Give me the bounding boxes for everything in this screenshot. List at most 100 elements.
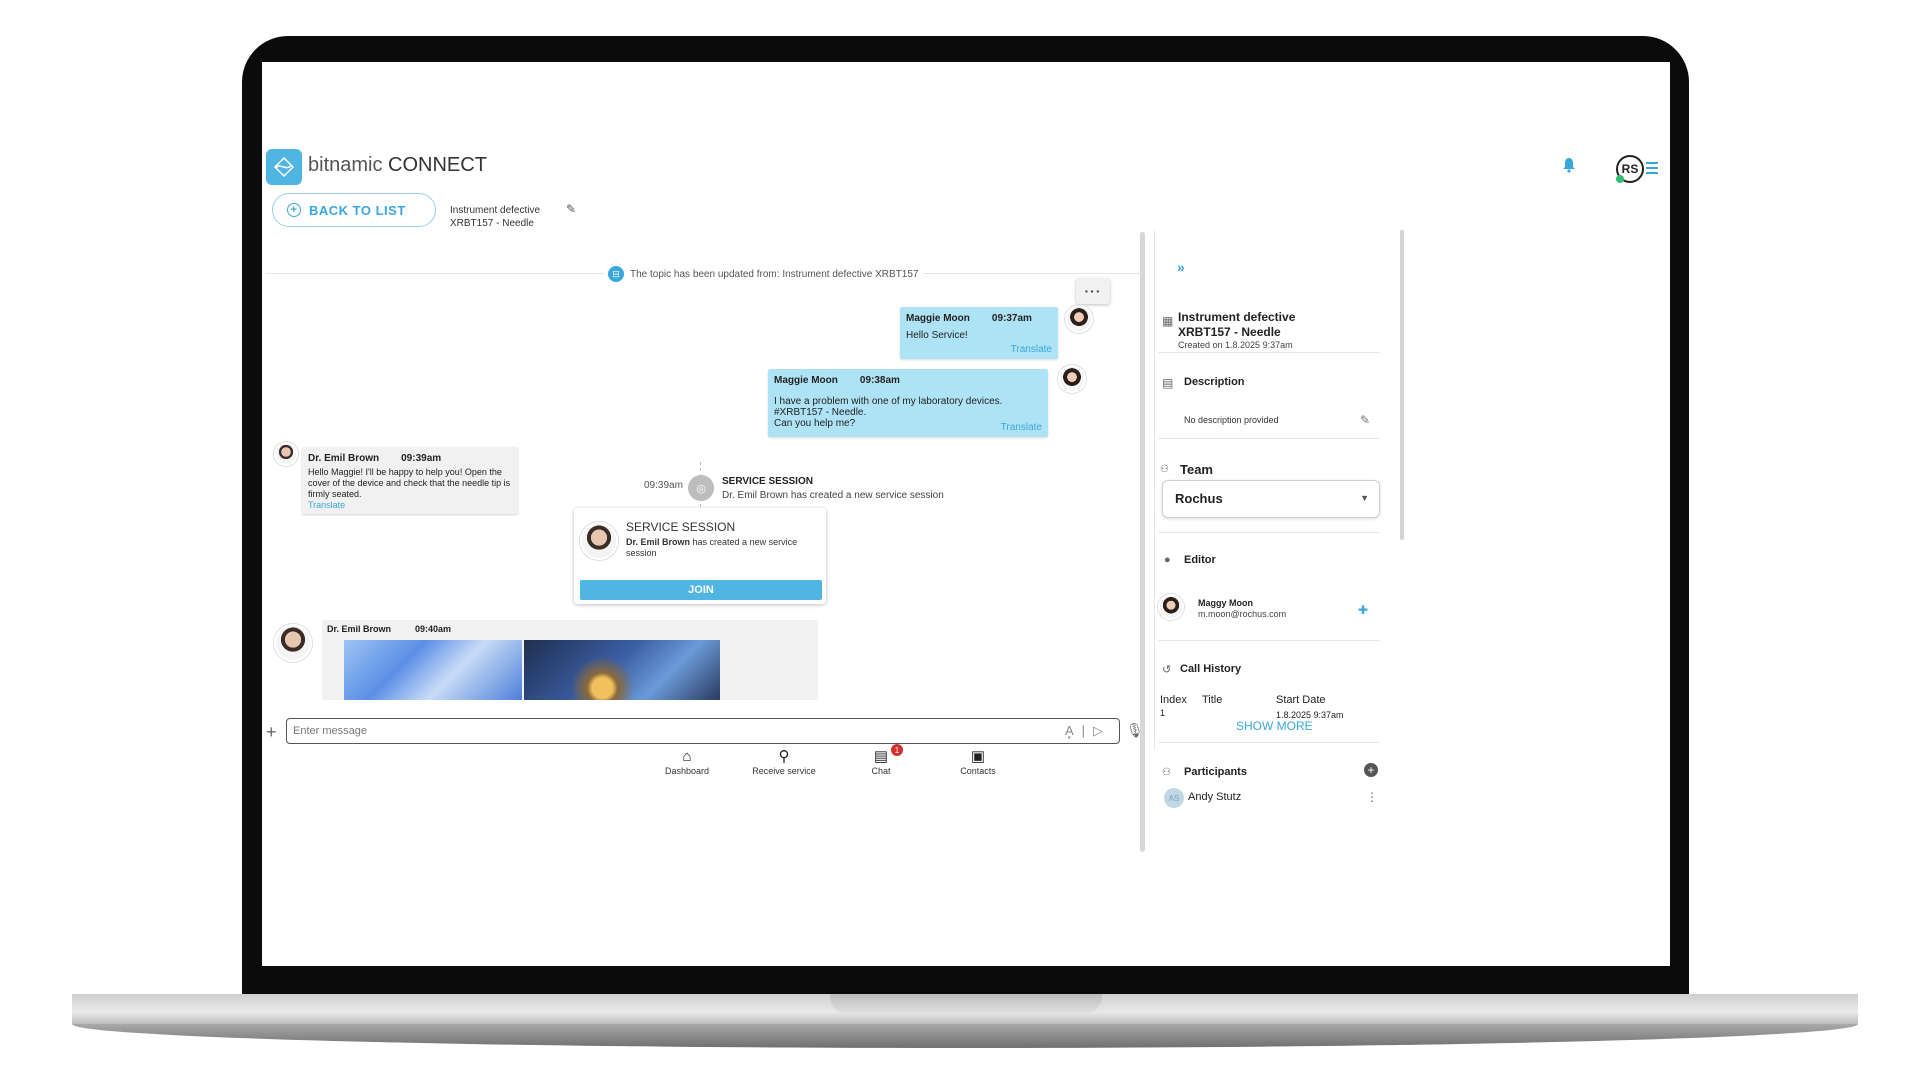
message-author: Dr. Emil Brown: [327, 624, 392, 634]
pencil-icon[interactable]: ✎: [1360, 413, 1370, 427]
divider: [1158, 640, 1380, 641]
nav-chat[interactable]: ▤ Chat 1: [836, 744, 926, 776]
contacts-icon: ▣: [970, 748, 986, 765]
team-heading: Team: [1180, 462, 1213, 477]
session-card-author: Dr. Emil Brown: [626, 537, 691, 547]
message-text: Hello Maggie! I'll be happy to help you!…: [308, 467, 511, 499]
user-initials: RS: [1621, 162, 1639, 176]
chat-message-incoming: Dr. Emil Brown 09:39am Hello Maggie! I'll…: [302, 447, 518, 514]
message-text-line: #XRBT157 - Needle.: [774, 407, 867, 418]
message-time: 09:40am: [415, 624, 452, 634]
send-icon[interactable]: ▷: [1093, 723, 1111, 738]
message-time: 09:39am: [401, 453, 442, 464]
session-event-title: SERVICE SESSION: [722, 476, 813, 487]
avatar: [274, 442, 298, 466]
session-card-desc: Dr. Emil Brown has created a new service…: [626, 537, 816, 559]
message-text: Hello Service!: [906, 330, 968, 341]
nav-label: Dashboard: [664, 766, 710, 776]
divider: [1158, 742, 1380, 743]
history-icon: ↺: [1162, 664, 1172, 676]
description-value: No description provided: [1184, 415, 1279, 425]
spellcheck-icon[interactable]: A͓: [1065, 723, 1082, 738]
session-card-title: SERVICE SESSION: [626, 520, 736, 534]
system-message-text: The topic has been updated from: Instrum…: [630, 268, 919, 280]
avatar: [274, 624, 312, 662]
service-icon: ⚲: [778, 748, 790, 765]
divider: [1158, 352, 1380, 353]
service-session-card: SERVICE SESSION Dr. Emil Brown has creat…: [574, 508, 826, 604]
translate-link[interactable]: Translate: [308, 500, 512, 510]
editor-heading: Editor: [1184, 554, 1216, 566]
user-avatar[interactable]: RS: [1616, 155, 1644, 183]
avatar: [1058, 365, 1086, 393]
topic-title-line1: Instrument defective: [450, 205, 541, 216]
add-attachment-icon[interactable]: +: [266, 722, 277, 743]
nav-label: Contacts: [960, 766, 996, 776]
sidebar-title: Instrument defective XRBT157 - Needle: [1178, 310, 1295, 340]
pencil-icon[interactable]: ✎: [566, 202, 576, 216]
translate-link[interactable]: Translate: [1001, 422, 1042, 433]
document-icon: ▤: [1162, 376, 1174, 390]
nav-label: Chat: [871, 766, 891, 776]
home-icon: ⌂: [682, 748, 692, 765]
details-scrollbar[interactable]: [1400, 230, 1404, 540]
app-title: bitnamic CONNECT: [308, 154, 487, 177]
app-screen: bitnamic CONNECT RS + BACK TO LIST Instr…: [262, 62, 1670, 966]
nav-contacts[interactable]: ▣ Contacts: [933, 748, 1023, 776]
message-text-line: I have a problem with one of my laborato…: [774, 396, 1003, 407]
message-input-placeholder: Enter message: [293, 725, 367, 737]
menu-icon[interactable]: [1646, 162, 1658, 174]
more-options-button[interactable]: ···: [1076, 278, 1110, 304]
more-vertical-icon[interactable]: ⋮: [1366, 790, 1378, 804]
person-icon: ●: [1164, 554, 1171, 566]
back-to-list-button[interactable]: + BACK TO LIST: [272, 193, 436, 227]
system-message: ⊟ The topic has been updated from: Instr…: [604, 265, 923, 283]
team-icon: ⚇: [1160, 464, 1169, 475]
message-author: Dr. Emil Brown: [308, 453, 380, 464]
participants-heading: Participants: [1184, 766, 1247, 778]
chat-message-outgoing: Maggie Moon 09:37am Hello Service! Transl…: [900, 307, 1058, 359]
plus-circle-icon: +: [287, 203, 301, 217]
message-author: Maggie Moon: [774, 375, 838, 386]
message-time: 09:37am: [991, 313, 1032, 324]
avatar: [1158, 594, 1184, 620]
avatar: [580, 522, 618, 560]
nav-dashboard[interactable]: ⌂ Dashboard: [642, 748, 732, 776]
session-icon: ◎: [688, 475, 714, 501]
participant-name: Andy Stutz: [1188, 791, 1242, 803]
join-button[interactable]: JOIN: [580, 580, 822, 600]
sidebar-title-line1: Instrument defective: [1178, 310, 1296, 324]
call-history-col-title: Title: [1202, 694, 1223, 706]
chat-message-incoming: Dr. Emil Brown 09:40am: [322, 620, 818, 700]
session-event-subtitle: Dr. Emil Brown has created a new service…: [722, 490, 944, 501]
translate-link[interactable]: Translate: [1011, 344, 1052, 355]
nav-label: Receive service: [752, 766, 816, 776]
call-history-col-index: Index: [1160, 694, 1187, 706]
logo-icon: [266, 149, 302, 185]
attached-image[interactable]: [344, 640, 522, 700]
created-date: Created on 1.8.2025 9:37am: [1178, 340, 1293, 350]
add-participant-icon[interactable]: +: [1364, 763, 1378, 777]
show-more-button[interactable]: SHOW MORE: [1236, 719, 1313, 733]
attached-image[interactable]: [524, 640, 720, 700]
message-input[interactable]: Enter message A͓|▷: [286, 718, 1120, 744]
calendar-icon: ▦: [1162, 314, 1174, 328]
chat-message-outgoing: Maggie Moon 09:38am I have a problem with…: [768, 369, 1048, 437]
message-author: Maggie Moon: [906, 313, 970, 324]
call-history-index: 1: [1160, 708, 1166, 718]
bottom-navigation: ⌂ Dashboard ⚲ Receive service ▤ Chat 1 ▣…: [262, 744, 1670, 784]
microphone-icon[interactable]: 🎙: [1126, 722, 1144, 739]
add-person-icon[interactable]: ✚: [1358, 603, 1368, 617]
online-status-dot: [1616, 175, 1624, 183]
topic-title-line2: XRBT157 - Needle: [450, 218, 534, 229]
chat-badge: 1: [891, 744, 903, 756]
description-heading: Description: [1184, 376, 1245, 388]
sidebar-title-line2: XRBT157 - Needle: [1178, 325, 1281, 339]
session-time: 09:39am: [644, 480, 683, 491]
message-time: 09:38am: [859, 375, 900, 386]
bell-icon[interactable]: [1562, 157, 1580, 177]
brand-suffix: CONNECT: [388, 154, 487, 176]
collapse-panel-icon[interactable]: »: [1177, 259, 1185, 275]
team-select[interactable]: Rochus ▼: [1162, 480, 1380, 518]
nav-receive-service[interactable]: ⚲ Receive service: [739, 748, 829, 776]
